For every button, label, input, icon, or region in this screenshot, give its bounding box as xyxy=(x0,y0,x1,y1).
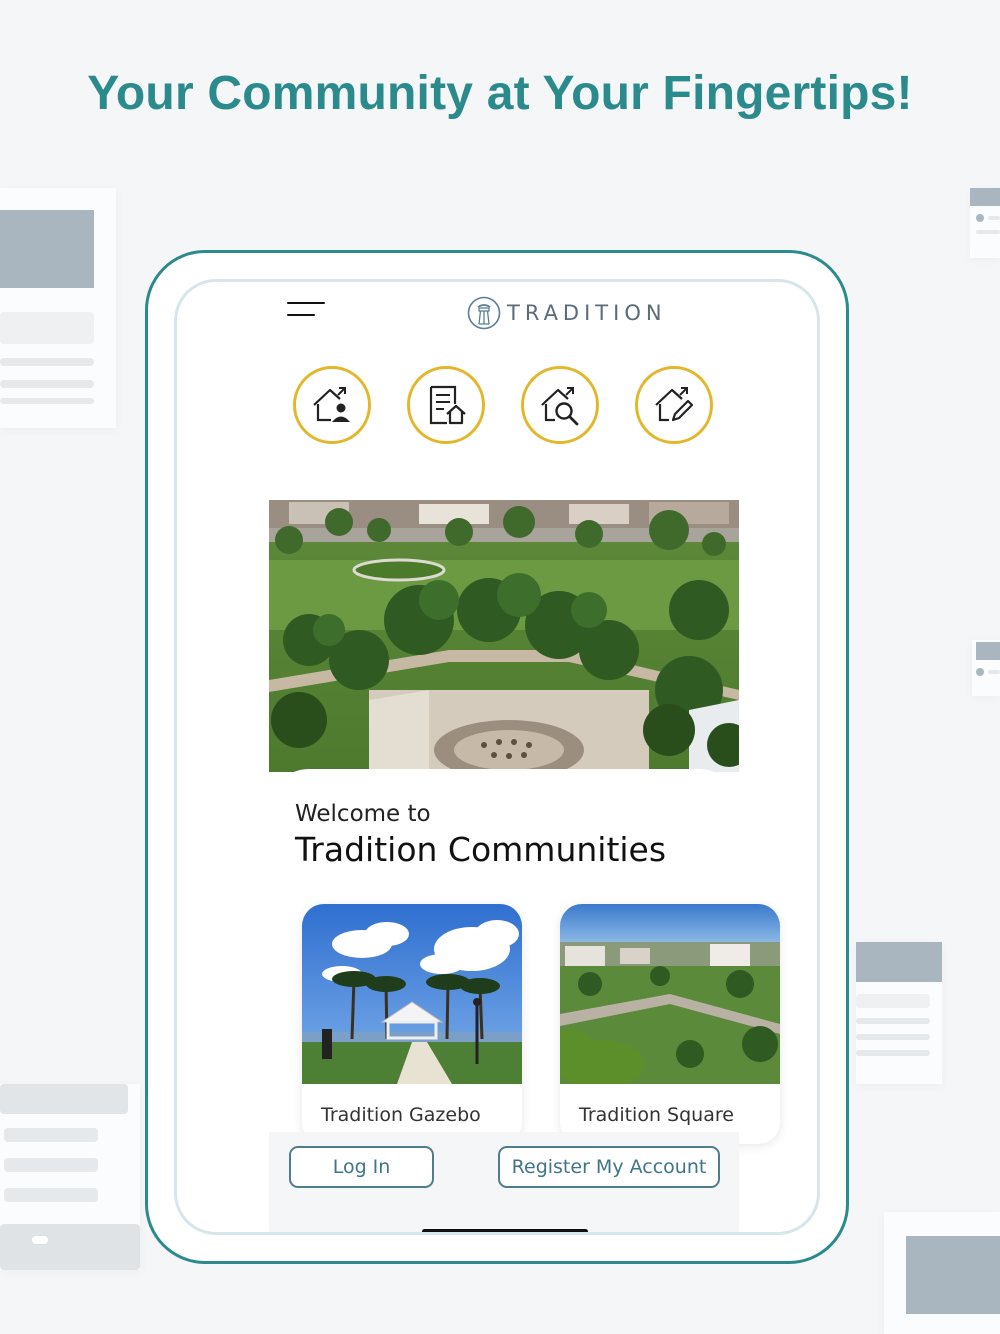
decorative-card-right-mid xyxy=(972,640,1000,696)
decorative-card-right-bottom xyxy=(884,1212,1000,1334)
quick-action-documents[interactable] xyxy=(407,366,485,444)
square-photo xyxy=(560,904,780,1084)
place-name-square: Tradition Square xyxy=(579,1104,734,1126)
hamburger-menu-icon[interactable] xyxy=(287,302,325,322)
quick-action-my-home[interactable] xyxy=(293,366,371,444)
bottom-action-bar: Log In Register My Account xyxy=(269,1132,739,1232)
tradition-logo: TRADITION xyxy=(467,296,667,330)
quick-action-update-home[interactable] xyxy=(635,366,713,444)
document-home-icon xyxy=(429,385,466,425)
app-screen: TRADITION Welcome to Tradition Communiti… xyxy=(174,279,820,1235)
tablet-frame: TRADITION Welcome to Tradition Communiti… xyxy=(145,250,849,1264)
login-button[interactable]: Log In xyxy=(289,1146,434,1188)
app-content: TRADITION Welcome to Tradition Communiti… xyxy=(269,282,780,1232)
lighthouse-logo-icon xyxy=(467,296,501,330)
register-account-button[interactable]: Register My Account xyxy=(498,1146,720,1188)
decorative-card-right-top xyxy=(970,188,1000,258)
home-indicator[interactable] xyxy=(422,1229,588,1232)
quick-action-search-homes[interactable] xyxy=(521,366,599,444)
headline: Your Community at Your Fingertips! xyxy=(87,67,913,120)
place-name-gazebo: Tradition Gazebo xyxy=(321,1104,481,1126)
welcome-line-1: Welcome to xyxy=(295,801,431,827)
welcome-line-2: Tradition Communities xyxy=(295,830,667,869)
home-user-icon xyxy=(313,387,350,422)
home-search-icon xyxy=(541,387,579,426)
place-card-square[interactable]: Tradition Square xyxy=(560,904,780,1144)
logo-text: TRADITION xyxy=(507,301,667,325)
home-edit-icon xyxy=(655,387,694,422)
hero-aerial-photo xyxy=(269,500,739,772)
place-card-gazebo[interactable]: Tradition Gazebo xyxy=(302,904,522,1144)
decorative-card-right-lower xyxy=(856,942,942,1084)
gazebo-photo xyxy=(302,904,522,1084)
decorative-card-left-bottom xyxy=(0,1084,140,1270)
decorative-card-left-top xyxy=(0,188,116,428)
